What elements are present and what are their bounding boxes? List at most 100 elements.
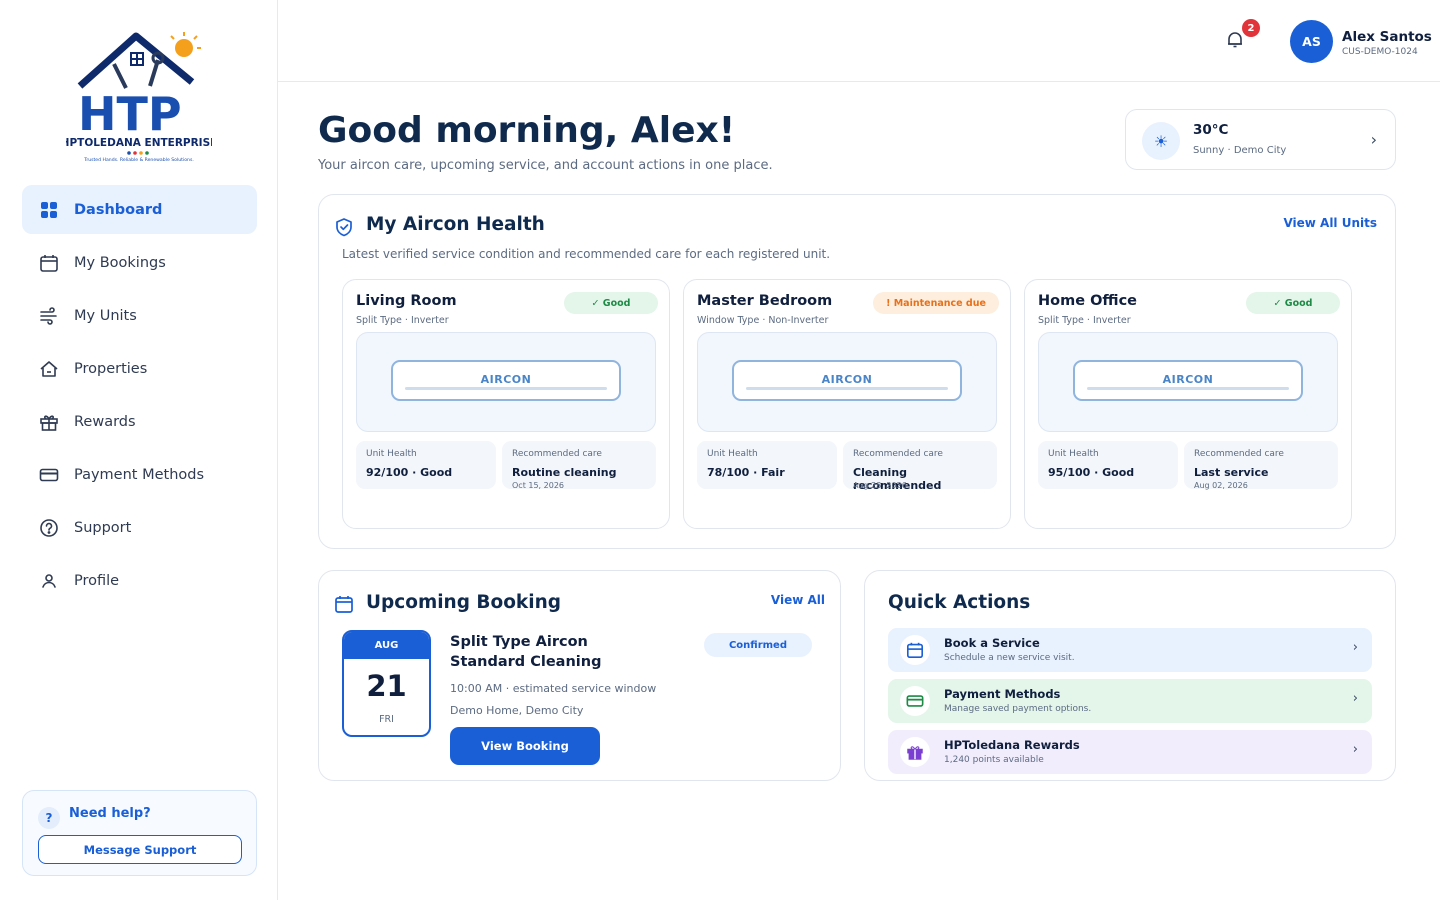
sidebar-item-rewards[interactable]: Rewards bbox=[22, 397, 257, 446]
stat-label: Recommended care bbox=[1194, 449, 1284, 459]
logo-initials: HTP bbox=[78, 87, 182, 141]
quick-action-book-service[interactable]: Book a Service Schedule a new service vi… bbox=[888, 628, 1372, 672]
sidebar-item-label: Rewards bbox=[74, 413, 136, 430]
aircon-health-card: My Aircon Health View All Units Latest v… bbox=[318, 194, 1396, 549]
aircon-health-subtitle: Latest verified service condition and re… bbox=[342, 247, 831, 261]
stat-label: Recommended care bbox=[853, 449, 943, 459]
sidebar-item-support[interactable]: Support bbox=[22, 503, 257, 552]
view-all-units-link[interactable]: View All Units bbox=[1283, 216, 1377, 230]
chevron-right-icon: › bbox=[1370, 130, 1377, 149]
quick-action-rewards[interactable]: HPToledana Rewards 1,240 points availabl… bbox=[888, 730, 1372, 774]
status-badge: ! Maintenance due bbox=[873, 292, 999, 314]
stat-date: Aug 02, 2026 bbox=[1194, 481, 1248, 490]
quick-action-desc: Schedule a new service visit. bbox=[944, 653, 1075, 663]
sidebar-item-label: Properties bbox=[74, 360, 148, 377]
unit-name: Home Office bbox=[1038, 293, 1138, 309]
message-support-button[interactable]: Message Support bbox=[38, 835, 242, 864]
unit-card-master-bedroom[interactable]: Master Bedroom Window Type · Non-Inverte… bbox=[683, 279, 1011, 529]
recommended-care-stat: Recommended care Routine cleaning Oct 15… bbox=[502, 441, 656, 490]
recommended-care-stat: Recommended care Last service Aug 02, 20… bbox=[1184, 441, 1338, 490]
quick-action-desc: 1,240 points available bbox=[944, 755, 1044, 765]
stat-value: 78/100 · Fair bbox=[707, 466, 785, 479]
user-name[interactable]: Alex Santos bbox=[1342, 29, 1432, 45]
company-logo[interactable]: HTP HPTOLEDANA ENTERPRISE Trusted Hands.… bbox=[61, 24, 217, 166]
unit-card-living-room[interactable]: Living Room Split Type · Inverter ✓ Good… bbox=[342, 279, 670, 529]
view-booking-button[interactable]: View Booking bbox=[450, 727, 600, 765]
stat-value: 92/100 · Good bbox=[366, 466, 453, 479]
sidebar-item-label: Support bbox=[74, 519, 132, 536]
calendar-icon bbox=[334, 594, 354, 614]
quick-action-payment-methods[interactable]: Payment Methods Manage saved payment opt… bbox=[888, 679, 1372, 723]
status-badge: Confirmed bbox=[704, 633, 812, 657]
stat-date: Oct 15, 2026 bbox=[512, 481, 564, 490]
unit-card-home-office[interactable]: Home Office Split Type · Inverter ✓ Good… bbox=[1024, 279, 1352, 529]
unit-health-stat: Unit Health 78/100 · Fair bbox=[697, 441, 837, 489]
stat-label: Unit Health bbox=[366, 449, 417, 459]
customer-id: CUS-DEMO-1024 bbox=[1342, 47, 1418, 57]
grid-icon bbox=[39, 200, 59, 220]
sidebar-item-label: Dashboard bbox=[74, 201, 163, 218]
sidebar: HTP HPTOLEDANA ENTERPRISE Trusted Hands.… bbox=[0, 0, 278, 900]
quick-action-name: HPToledana Rewards bbox=[944, 738, 1080, 752]
aircon-label: AIRCON bbox=[480, 373, 532, 386]
unit-type: Window Type · Non-Inverter bbox=[697, 315, 829, 326]
aircon-illustration: AIRCON bbox=[697, 332, 997, 432]
card-icon bbox=[900, 686, 930, 716]
stat-label: Unit Health bbox=[707, 449, 758, 459]
chevron-right-icon: › bbox=[1352, 640, 1358, 655]
avatar[interactable]: AS bbox=[1290, 20, 1333, 63]
stat-value: Routine cleaning bbox=[512, 466, 617, 479]
weather-widget[interactable]: ☀ 30°C Sunny · Demo City › bbox=[1125, 109, 1396, 170]
upcoming-booking-card: Upcoming Booking View All AUG 21 FRI Spl… bbox=[318, 570, 841, 781]
gift-icon bbox=[900, 737, 930, 767]
aircon-illustration: AIRCON bbox=[356, 332, 656, 432]
stat-date: Aug 28, 2026 bbox=[853, 481, 907, 490]
status-badge: ✓ Good bbox=[564, 292, 658, 314]
aircon-icon: AIRCON bbox=[1073, 360, 1303, 401]
unit-health-stat: Unit Health 95/100 · Good bbox=[1038, 441, 1178, 489]
sidebar-item-my-units[interactable]: My Units bbox=[22, 291, 257, 340]
sidebar-item-label: Payment Methods bbox=[74, 466, 205, 483]
unit-name: Living Room bbox=[356, 293, 457, 309]
quick-actions-card: Quick Actions Book a Service Schedule a … bbox=[864, 570, 1396, 781]
help-title: Need help? bbox=[69, 806, 151, 821]
booking-date-tile: AUG 21 FRI bbox=[342, 630, 431, 737]
top-bar: 2 AS Alex Santos CUS-DEMO-1024 bbox=[278, 0, 1440, 82]
user-icon bbox=[39, 571, 59, 591]
sun-icon: ☀ bbox=[1142, 122, 1180, 160]
unit-type: Split Type · Inverter bbox=[356, 315, 449, 326]
quick-actions-title: Quick Actions bbox=[888, 592, 1031, 613]
weather-temperature: 30°C bbox=[1193, 122, 1229, 138]
sidebar-item-dashboard[interactable]: Dashboard bbox=[22, 185, 257, 234]
booking-time: 10:00 AM · estimated service window bbox=[450, 682, 657, 695]
sidebar-item-my-bookings[interactable]: My Bookings bbox=[22, 238, 257, 287]
aircon-icon: AIRCON bbox=[391, 360, 621, 401]
page-title: Good morning, Alex! bbox=[318, 110, 736, 151]
help-icon: ? bbox=[38, 807, 60, 829]
sidebar-item-payment-methods[interactable]: Payment Methods bbox=[22, 450, 257, 499]
page-subtitle: Your aircon care, upcoming service, and … bbox=[318, 158, 773, 173]
recommended-care-stat: Recommended care Cleaning recommended Au… bbox=[843, 441, 997, 492]
logo-brand: HPTOLEDANA ENTERPRISE bbox=[66, 137, 212, 149]
upcoming-booking-title: Upcoming Booking bbox=[366, 592, 561, 613]
sidebar-item-properties[interactable]: Properties bbox=[22, 344, 257, 393]
calendar-icon bbox=[39, 253, 59, 273]
help-circle-icon bbox=[39, 518, 59, 538]
unit-name: Master Bedroom bbox=[697, 293, 833, 309]
booking-month: AUG bbox=[344, 632, 429, 659]
sidebar-item-label: Profile bbox=[74, 572, 120, 589]
sidebar-item-profile[interactable]: Profile bbox=[22, 556, 257, 605]
home-icon bbox=[39, 359, 59, 379]
notification-badge: 2 bbox=[1242, 19, 1260, 37]
view-all-bookings-link[interactable]: View All bbox=[771, 593, 825, 607]
aircon-icon: AIRCON bbox=[732, 360, 962, 401]
aircon-label: AIRCON bbox=[821, 373, 873, 386]
quick-action-desc: Manage saved payment options. bbox=[944, 704, 1092, 714]
quick-action-name: Book a Service bbox=[944, 636, 1040, 650]
wind-icon bbox=[39, 306, 59, 326]
aircon-label: AIRCON bbox=[1162, 373, 1214, 386]
help-card: ? Need help? Message Support bbox=[22, 790, 257, 876]
stat-label: Unit Health bbox=[1048, 449, 1099, 459]
gift-icon bbox=[39, 412, 59, 432]
aircon-illustration: AIRCON bbox=[1038, 332, 1338, 432]
